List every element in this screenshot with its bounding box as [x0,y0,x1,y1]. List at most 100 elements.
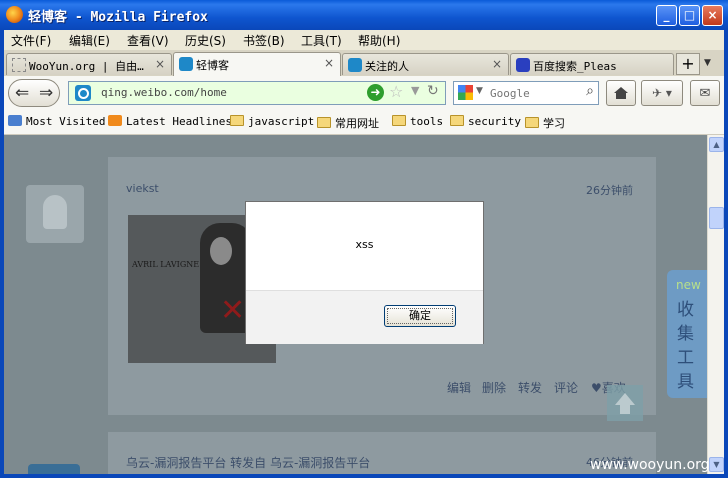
firefox-window: 轻博客 - Mozilla Firefox _ □ × 文件(F) 编辑(E) … [0,0,728,478]
tab-list-dropdown-icon[interactable]: ▼ [704,58,711,68]
addon-button[interactable]: ✈ ▾ [641,80,683,106]
address-bar[interactable]: qing.weibo.com/home ➜ ☆ ▼ ↻ [68,81,446,105]
window-border-bottom [0,474,728,478]
bookmark-label: Latest Headlines [126,115,232,128]
back-to-top-icon[interactable] [607,385,643,421]
mail-icon: ✉ [699,86,711,101]
delete-link[interactable]: 删除 [482,379,506,396]
menu-view[interactable]: 查看(V) [127,32,169,49]
bottom-avatar[interactable] [28,464,80,474]
comment-link[interactable]: 评论 [554,379,578,396]
menu-tools[interactable]: 工具(T) [301,32,342,49]
menu-file[interactable]: 文件(F) [11,32,51,49]
reload-icon[interactable]: ↻ [427,83,439,99]
album-title: AVRIL LAVIGNE [132,260,200,269]
menu-history[interactable]: 历史(S) [185,32,226,49]
folder-icon [450,115,464,126]
bookmark-label: security [468,115,521,128]
repost-link[interactable]: 转发 [518,379,542,396]
bookmark-label: 常用网址 [335,117,379,130]
post-time[interactable]: 26分钟前 [586,182,633,198]
vertical-scrollbar[interactable]: ▲ ▼ [707,135,725,474]
menu-help[interactable]: 帮助(H) [358,32,400,49]
tab-close-icon[interactable]: × [492,57,502,71]
bookmark-folder-study[interactable]: 学习 [525,115,565,131]
tab-label: 关注的人 [365,60,409,73]
window-title: 轻博客 - Mozilla Firefox [28,10,208,25]
maximize-icon: □ [683,8,696,22]
search-input[interactable] [488,84,580,102]
post2-source[interactable]: 乌云-漏洞报告平台 转发自 乌云-漏洞报告平台 [126,454,370,471]
rss-feed-icon [108,115,122,126]
mail-button[interactable]: ✉ [690,80,720,106]
baidu-paw-icon [516,58,530,72]
new-badge: new [676,278,701,292]
addon-icon: ✈ ▾ [652,86,672,100]
qing-icon [179,57,193,71]
forward-arrow-icon[interactable]: ⇒ [39,83,53,103]
back-arrow-icon[interactable]: ⇐ [15,83,29,103]
close-button[interactable]: × [702,5,723,26]
url-text[interactable]: qing.weibo.com/home [101,86,227,99]
window-border-left [0,30,4,478]
bookmark-folder-common-sites[interactable]: 常用网址 [317,115,379,131]
page-icon [12,58,26,72]
tab-baidu[interactable]: 百度搜索_Pleas [510,53,674,75]
avatar[interactable] [26,185,84,243]
album-face [210,237,232,265]
tab-following[interactable]: 关注的人 × [342,53,509,75]
collect-tool-label: 收集工具 [677,300,694,392]
bookmark-star-icon[interactable]: ☆ [389,82,403,101]
scroll-thumb[interactable] [709,207,724,229]
menu-bookmarks[interactable]: 书签(B) [243,32,285,49]
folder-icon [230,115,244,126]
bookmark-folder-javascript[interactable]: javascript [230,115,314,128]
engine-dropdown-icon[interactable]: ▼ [476,86,483,96]
maximize-button[interactable]: □ [679,5,700,26]
bookmark-folder-security[interactable]: security [450,115,521,128]
search-magnifier-icon[interactable]: ⌕ [586,83,594,99]
collect-tool-widget[interactable]: new 收集工具 [667,270,707,398]
post-author[interactable]: viekst [126,182,159,195]
tab-close-icon[interactable]: × [324,56,334,70]
home-button[interactable] [606,80,636,106]
tab-label: WooYun.org | 自由… [29,60,144,73]
title-bar: 轻博客 - Mozilla Firefox _ □ × [0,0,728,30]
bookmarks-toolbar: Most Visited Latest Headlines javascript… [0,110,728,135]
dialog-button-area: 确定 [246,290,483,344]
most-visited-icon [8,115,22,126]
watermark: www.wooyun.org [590,457,710,473]
bookmark-most-visited[interactable]: Most Visited [8,115,105,128]
ok-button[interactable]: 确定 [384,305,456,327]
bookmark-label: tools [410,115,444,128]
go-arrow-icon[interactable]: ➜ [367,84,384,101]
tab-wooyun[interactable]: WooYun.org | 自由… × [6,53,172,75]
scroll-down-icon[interactable]: ▼ [709,457,724,472]
edit-link[interactable]: 编辑 [447,379,471,396]
folder-icon [525,117,539,128]
navigation-toolbar: ⇐ ⇒ qing.weibo.com/home ➜ ☆ ▼ ↻ ▼ ⌕ ✈ [0,76,728,110]
search-bar[interactable]: ▼ ⌕ [453,81,599,105]
close-icon: × [707,8,718,22]
site-identity-icon[interactable] [75,85,91,101]
tab-qing[interactable]: 轻博客 × [173,52,341,76]
history-dropdown-icon[interactable]: ▼ [411,84,419,97]
menu-edit[interactable]: 编辑(E) [69,32,110,49]
new-tab-button[interactable]: + [676,53,700,75]
qing-icon [348,58,362,72]
folder-icon [317,117,331,128]
bookmark-label: Most Visited [26,115,106,128]
heart-icon: ♥ [591,381,602,395]
minimize-button[interactable]: _ [656,5,677,26]
back-forward-group: ⇐ ⇒ [8,79,60,107]
scroll-up-icon[interactable]: ▲ [709,137,724,152]
bookmark-latest-headlines[interactable]: Latest Headlines [108,115,232,128]
firefox-logo-icon [6,6,23,23]
tab-strip: WooYun.org | 自由… × 轻博客 × 关注的人 × 百度搜索_Ple… [0,50,728,77]
bookmark-folder-tools[interactable]: tools [392,115,443,128]
tab-label: 轻博客 [196,59,229,72]
google-icon[interactable] [458,85,473,100]
tab-close-icon[interactable]: × [155,57,165,71]
post-card-2: 乌云-漏洞报告平台 转发自 乌云-漏洞报告平台 46分钟前 [108,432,656,474]
minimize-icon: _ [663,8,670,22]
